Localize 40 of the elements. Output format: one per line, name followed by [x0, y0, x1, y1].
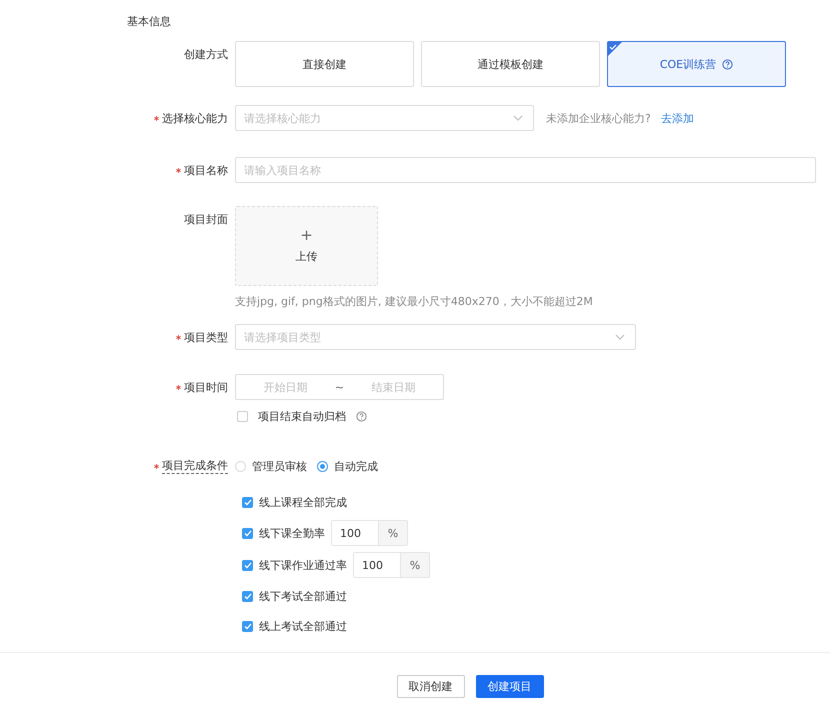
checkbox[interactable] [242, 590, 253, 602]
check-corner-icon [608, 42, 622, 56]
field-label: 选择核心能力 [162, 110, 228, 126]
upload-button[interactable]: + 上传 [235, 206, 378, 286]
add-link[interactable]: 去添加 [660, 110, 694, 126]
cancel-button[interactable]: 取消创建 [396, 675, 464, 698]
field-label: 项目名称 [184, 162, 228, 178]
chevron-down-icon [513, 115, 523, 121]
creation-option[interactable]: COE训练营 [607, 41, 786, 87]
checkbox-label: 线上课程全部完成 [259, 494, 347, 510]
checkbox[interactable] [242, 528, 253, 538]
checkbox-label: 项目结束自动归档 [258, 408, 346, 424]
upload-hint: 支持jpg, gif, png格式的图片, 建议最小尺寸480x270，大小不能超过2M [235, 294, 593, 309]
project-name-field[interactable]: 请输入项目名称 [235, 157, 816, 183]
percent-field[interactable]: 100 % [353, 552, 430, 578]
checkbox[interactable] [242, 560, 253, 570]
percent-field[interactable]: 100 % [331, 520, 408, 546]
hint-text: 未添加企业核心能力? [546, 110, 651, 126]
checkbox-label: 线下课作业通过率 [259, 558, 347, 572]
checkbox-label: 线下考试全部通过 [259, 588, 347, 604]
chevron-down-icon [615, 334, 625, 340]
checkbox[interactable] [237, 410, 248, 422]
field-label: 项目封面 [184, 212, 228, 226]
create-button[interactable]: 创建项目 [476, 675, 544, 698]
creation-option[interactable]: 直接创建 [235, 41, 414, 87]
help-icon [356, 410, 367, 422]
radio-label: 管理员审核 [252, 458, 307, 474]
section-title: 基本信息 [127, 14, 171, 29]
checkbox[interactable] [242, 620, 253, 632]
creation-option[interactable]: 通过模板创建 [421, 41, 600, 87]
field-label: 项目时间 [184, 380, 228, 394]
field-label: 项目类型 [184, 330, 228, 344]
field-label: 创建方式 [184, 46, 228, 62]
checkbox[interactable] [242, 496, 253, 508]
date-range-field[interactable]: 开始日期 ~ 结束日期 [235, 374, 444, 400]
field-label: 项目完成条件 [162, 458, 228, 474]
radio-button[interactable] [317, 460, 328, 472]
checkbox-label: 线下课全勤率 [259, 526, 325, 540]
checkbox-label: 线上考试全部通过 [259, 618, 347, 634]
radio-label: 自动完成 [334, 458, 378, 474]
